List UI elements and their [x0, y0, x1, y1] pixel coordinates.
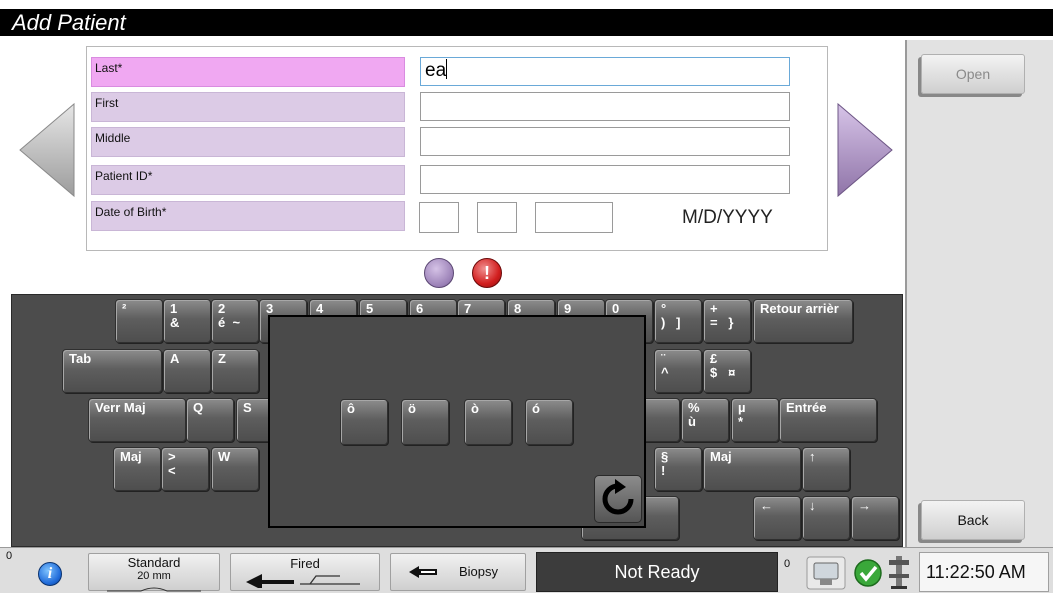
left-counter: 0 [6, 550, 13, 562]
fired-label: Fired [290, 556, 320, 571]
first-name-label: First [91, 92, 405, 122]
dob-month-input[interactable] [419, 202, 459, 233]
key-superscript-2[interactable]: ² [115, 299, 163, 343]
key-u-grave[interactable]: % ù [681, 398, 729, 442]
accent-popup: ô ö ò ó [268, 315, 646, 528]
key-2[interactable]: 2 é ~ [211, 299, 259, 343]
accent-key-o-circumflex[interactable]: ô [340, 399, 388, 445]
next-arrow-icon[interactable] [836, 102, 894, 198]
last-name-value: ea [425, 60, 447, 81]
key-circumflex[interactable]: ¨ ^ [654, 349, 702, 393]
text-caret [446, 59, 448, 79]
key-a[interactable]: A [163, 349, 211, 393]
middle-name-label: Middle [91, 127, 405, 157]
last-name-label: Last* [91, 57, 405, 87]
key-plus[interactable]: + = } [703, 299, 751, 343]
paddle-icon [107, 587, 201, 592]
right-counter: 0 [784, 558, 791, 570]
fired-button[interactable]: Fired [230, 553, 380, 591]
key-tab[interactable]: Tab [62, 349, 162, 393]
biopsy-button[interactable]: Biopsy [390, 553, 526, 591]
middle-name-input[interactable] [420, 127, 790, 156]
key-left-shift[interactable]: Maj [113, 447, 161, 491]
key-arrow-up[interactable]: ↑ [802, 447, 850, 491]
warning-icon[interactable]: ! [472, 258, 502, 288]
previous-arrow-icon[interactable] [18, 102, 76, 198]
key-arrow-left[interactable]: ← [753, 496, 801, 540]
refresh-icon [602, 479, 634, 515]
gantry-icon[interactable] [886, 554, 912, 590]
key-arrow-down[interactable]: ↓ [802, 496, 850, 540]
standard-value: 20 mm [137, 570, 171, 582]
date-of-birth-label: Date of Birth* [91, 201, 405, 231]
key-right-shift[interactable]: Maj [703, 447, 801, 491]
key-section[interactable]: § ! [654, 447, 702, 491]
last-name-input[interactable]: ea [420, 57, 790, 86]
key-greater-less[interactable]: > < [161, 447, 209, 491]
key-backspace[interactable]: Retour arrièr [753, 299, 853, 343]
key-dollar[interactable]: £ $ ¤ [703, 349, 751, 393]
standard-label: Standard [127, 555, 181, 570]
key-degree[interactable]: ° ) ] [654, 299, 702, 343]
title-bar: Add Patient [0, 0, 1053, 36]
patient-id-label: Patient ID* [91, 165, 405, 195]
reset-button[interactable] [594, 475, 642, 523]
patient-form: Last* ea First Middle Patient ID* Date o… [86, 46, 828, 251]
accent-key-o-diaeresis[interactable]: ö [401, 399, 449, 445]
key-z[interactable]: Z [211, 349, 259, 393]
open-button[interactable]: Open [921, 54, 1025, 94]
key-q[interactable]: Q [186, 398, 234, 442]
accent-key-o-acute[interactable]: ó [525, 399, 573, 445]
dob-format-hint: M/D/YYYY [682, 207, 773, 228]
key-caps-lock[interactable]: Verr Maj [88, 398, 186, 442]
tube-icon[interactable] [806, 556, 846, 590]
standard-paddle-button[interactable]: Standard 20 mm [88, 553, 220, 592]
key-enter[interactable]: Entrée [779, 398, 877, 442]
dob-year-input[interactable] [535, 202, 613, 233]
first-name-input[interactable] [420, 92, 790, 121]
biopsy-icon [409, 566, 437, 578]
biopsy-label: Biopsy [459, 564, 499, 579]
key-w[interactable]: W [211, 447, 259, 491]
clock: 11:22:50 AM [919, 552, 1049, 592]
accent-key-o-grave[interactable]: ò [464, 399, 512, 445]
side-panel: Open Back [905, 40, 1053, 547]
key-arrow-right[interactable]: → [851, 496, 899, 540]
key-mu[interactable]: µ * [731, 398, 779, 442]
status-indicator-button[interactable] [424, 258, 454, 288]
status-bar: 0 i Standard 20 mm Fired Biopsy Not Read… [0, 547, 1053, 593]
fired-arrow-icon [246, 574, 360, 590]
dob-day-input[interactable] [477, 202, 517, 233]
page-title: Add Patient [12, 10, 126, 35]
check-status-icon[interactable] [853, 558, 883, 588]
patient-id-input[interactable] [420, 165, 790, 194]
key-1[interactable]: 1 & [163, 299, 211, 343]
back-button[interactable]: Back [921, 500, 1025, 540]
info-icon[interactable]: i [38, 562, 62, 586]
add-patient-screen: Add Patient Last* ea First Middle Patien… [0, 0, 1053, 593]
system-state: Not Ready [536, 552, 778, 592]
